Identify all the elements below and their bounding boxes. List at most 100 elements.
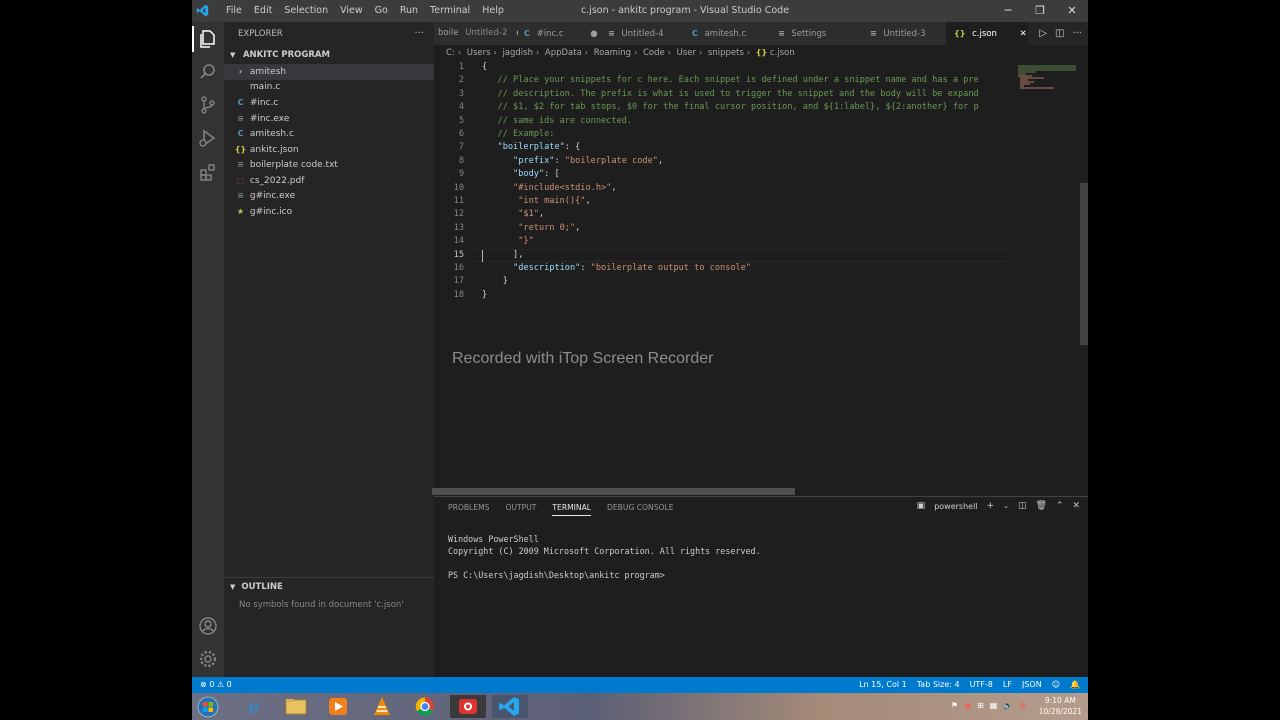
code-line: 4 // $1, $2 for tab stops, $0 for the fi…	[434, 101, 1006, 114]
tab-untitled-4[interactable]: ≡ Untitled-4	[600, 22, 684, 45]
problems-status[interactable]: ⊗ 0 ⚠ 0	[200, 677, 232, 693]
breadcrumb-item[interactable]: C:	[446, 48, 455, 58]
file-item-ankitc-json[interactable]: {} ankitc.json	[224, 142, 434, 158]
chevron-down-icon: ▼	[230, 51, 236, 59]
more-actions-icon[interactable]: ···	[414, 22, 424, 46]
warning-icon: ⚠	[216, 680, 225, 689]
file-item-amitesh[interactable]: › amitesh	[224, 64, 434, 80]
tab-debug-console[interactable]: DEBUG CONSOLE	[607, 503, 674, 516]
language-mode[interactable]: JSON	[1022, 677, 1042, 693]
new-terminal-icon[interactable]: +	[987, 501, 995, 511]
line-ending[interactable]: LF	[1003, 677, 1012, 693]
start-button-icon[interactable]	[192, 695, 224, 718]
feedback-icon[interactable]: ☺	[1052, 677, 1060, 693]
media-player-icon[interactable]	[320, 695, 356, 718]
folder-root[interactable]: ▼ ANKITC PROGRAM	[224, 46, 434, 64]
split-editor-icon[interactable]: ◫	[1055, 22, 1064, 45]
file-item-amitesh-c[interactable]: C amitesh.c	[224, 126, 434, 142]
run-icon[interactable]: ▷	[1039, 22, 1047, 45]
breadcrumb-item[interactable]: jagdish	[502, 48, 533, 58]
screen-recorder-icon[interactable]	[450, 695, 486, 718]
close-tab-icon[interactable]: ✕	[1020, 29, 1027, 39]
file-explorer-icon[interactable]	[278, 695, 314, 718]
outline-header[interactable]: ▼ OUTLINE	[224, 578, 434, 596]
network-icon[interactable]: ▦	[990, 701, 998, 710]
file-item-boilerplate-txt[interactable]: ≡ boilerplate code.txt	[224, 157, 434, 173]
file-item-ginc-exe[interactable]: ≡ g#inc.exe	[224, 188, 434, 204]
split-terminal-icon[interactable]: ◫	[1018, 501, 1027, 511]
c-file-icon: C	[237, 98, 244, 107]
bell-icon[interactable]: 🔔	[1070, 677, 1080, 693]
maximize-panel-icon[interactable]: ⌃	[1056, 501, 1064, 511]
file-item-ginc-ico[interactable]: ★ g#inc.ico	[224, 204, 434, 220]
internet-explorer-icon[interactable]: e	[236, 695, 272, 718]
taskbar-clock[interactable]: 9:10 AM 10/28/2021	[1039, 695, 1082, 717]
account-icon[interactable]	[198, 616, 218, 636]
breadcrumb-item[interactable]: Code	[643, 48, 665, 58]
source-control-icon[interactable]	[198, 95, 218, 115]
vscode-taskbar-icon[interactable]	[492, 695, 528, 718]
search-icon[interactable]	[198, 62, 218, 82]
horizontal-scrollbar[interactable]	[432, 488, 795, 495]
chevron-right-icon: ›	[238, 67, 243, 76]
breadcrumb-item[interactable]: Users	[467, 48, 491, 58]
breadcrumb: C: › Users › jagdish › AppData › Roaming › Co…	[434, 45, 1088, 61]
tab-amitesh-c[interactable]: C amitesh.c	[684, 22, 768, 45]
vscode-window: File Edit Selection View Go Run Terminal…	[192, 0, 1088, 693]
chrome-icon[interactable]	[407, 695, 443, 718]
minimap[interactable]	[1006, 61, 1088, 496]
tab-terminal[interactable]: TERMINAL	[552, 503, 592, 516]
breadcrumb-item[interactable]: snippets	[708, 48, 744, 58]
breadcrumb-item[interactable]: User	[677, 48, 696, 58]
file-item-inc-exe[interactable]: ≡ #inc.exe	[224, 111, 434, 127]
alert-icon[interactable]: ⊗	[1019, 701, 1026, 710]
tab-c-json[interactable]: {} c.json ✕	[946, 22, 1028, 45]
close-panel-icon[interactable]: ✕	[1072, 501, 1080, 511]
explorer-icon[interactable]	[198, 29, 218, 49]
file-item-cs-pdf[interactable]: ⬚ cs_2022.pdf	[224, 173, 434, 189]
volume-icon[interactable]: 🔈	[1003, 701, 1013, 710]
breadcrumb-item[interactable]: c.json	[770, 48, 795, 58]
vertical-scrollbar[interactable]	[1080, 183, 1088, 345]
breadcrumb-item[interactable]: Roaming	[594, 48, 631, 58]
tab-settings[interactable]: ≡ Settings	[768, 22, 862, 45]
code-line: 7 "boilerplate": {	[434, 141, 1006, 154]
more-actions-icon[interactable]: ···	[1072, 22, 1082, 45]
close-window-icon[interactable]: ✕	[1056, 0, 1088, 22]
line-number: 5	[458, 115, 464, 126]
minimize-icon[interactable]: ─	[992, 0, 1024, 22]
chevron-down-icon[interactable]: ⌄	[1003, 502, 1009, 510]
shell-selector[interactable]: powershell	[934, 502, 977, 511]
status-right: Ln 15, Col 1 Tab Size: 4 UTF-8 LF JSON ☺…	[859, 677, 1080, 693]
encoding[interactable]: UTF-8	[970, 677, 993, 693]
line-number: 12	[453, 209, 464, 220]
explorer-sidebar: EXPLORER ··· ▼ ANKITC PROGRAM › amitesh …	[224, 22, 434, 677]
unsaved-dot-icon[interactable]: ●	[590, 29, 597, 39]
editor-tabs: boile Untitled-2 ● C #inc.c ● ≡ Untitled…	[434, 22, 1088, 45]
breadcrumb-item[interactable]: AppData	[545, 48, 582, 58]
tab-output[interactable]: OUTPUT	[505, 503, 536, 516]
file-item-inc-c[interactable]: C #inc.c	[224, 95, 434, 111]
terminal-icon: ▣	[916, 501, 926, 511]
svg-text:e: e	[248, 696, 259, 718]
tab-untitled-3[interactable]: ≡ Untitled-3	[862, 22, 946, 45]
extensions-icon[interactable]	[198, 162, 218, 182]
usb-icon[interactable]: ⊞	[977, 701, 984, 710]
maximize-icon[interactable]: ❐	[1024, 0, 1056, 22]
recorder-tray-icon[interactable]: ◉	[964, 701, 971, 710]
vlc-icon[interactable]	[364, 695, 400, 718]
run-debug-icon[interactable]	[198, 128, 218, 148]
settings-gear-icon[interactable]	[198, 649, 218, 669]
tab-size[interactable]: Tab Size: 4	[917, 677, 960, 693]
code-editor[interactable]: 1{2 // Place your snippets for c here. E…	[434, 61, 1006, 496]
line-number: 11	[453, 196, 464, 206]
tab-inc-c[interactable]: C #inc.c ●	[518, 22, 600, 45]
trash-icon[interactable]: 🗑	[1035, 501, 1046, 511]
bottom-panel: PROBLEMS OUTPUT TERMINAL DEBUG CONSOLE ▣…	[434, 496, 1088, 677]
tab-problems[interactable]: PROBLEMS	[448, 503, 489, 516]
flag-icon[interactable]: ⚑	[951, 701, 958, 710]
terminal-output[interactable]: Windows PowerShell Copyright (C) 2009 Mic…	[448, 533, 761, 581]
tab-untitled-2[interactable]: boile Untitled-2 ●	[434, 22, 518, 45]
file-item-main-c[interactable]: main.c	[224, 80, 434, 96]
cursor-position[interactable]: Ln 15, Col 1	[859, 677, 907, 693]
